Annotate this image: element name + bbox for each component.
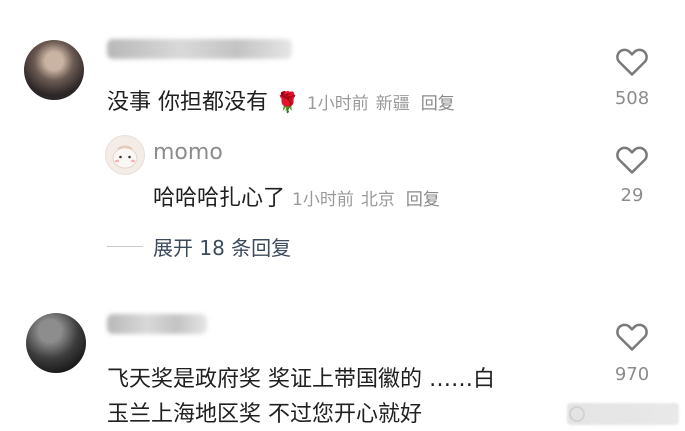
heart-outline-icon[interactable] <box>615 143 649 175</box>
username[interactable]: momo <box>153 140 223 165</box>
like-count: 970 <box>614 364 650 385</box>
heart-outline-icon[interactable] <box>615 45 649 77</box>
reply-button[interactable]: 回复 <box>421 94 455 114</box>
avatar-cartoon-icon <box>112 145 138 169</box>
rose-emoji-icon: 🌹 <box>275 90 300 114</box>
avatar[interactable] <box>26 313 86 373</box>
comment-location: 新疆 <box>375 94 410 114</box>
reply-location: 北京 <box>360 190 395 210</box>
expand-replies-button[interactable]: 展开 18 条回复 <box>153 232 291 261</box>
like-count: 508 <box>614 88 650 109</box>
expand-divider <box>107 246 143 247</box>
avatar[interactable] <box>24 40 84 100</box>
reply-time: 1小时前 <box>292 190 354 210</box>
reply-text: 哈哈哈扎心了 1小时前 北京 回复 <box>153 180 440 212</box>
comment-text-line2: 玉兰上海地区奖 不过您开心就好 <box>107 402 422 427</box>
username-blurred[interactable] <box>107 39 292 59</box>
comment-body: 没事 你担都没有 <box>107 90 268 115</box>
username-blurred[interactable] <box>107 314 207 334</box>
reply-body: 哈哈哈扎心了 <box>153 186 286 211</box>
reply-button[interactable]: 回复 <box>406 190 440 210</box>
comment-text-line1: 飞天奖是政府奖 奖证上带国徽的 ……白 <box>107 367 495 392</box>
avatar[interactable] <box>105 135 145 175</box>
heart-outline-icon[interactable] <box>615 320 649 352</box>
watermark-blurred <box>567 403 679 425</box>
comment-time: 1小时前 <box>306 94 369 114</box>
like-count: 29 <box>620 185 644 206</box>
comment-text: 没事 你担都没有 🌹 1小时前 新疆 回复 <box>107 84 455 116</box>
